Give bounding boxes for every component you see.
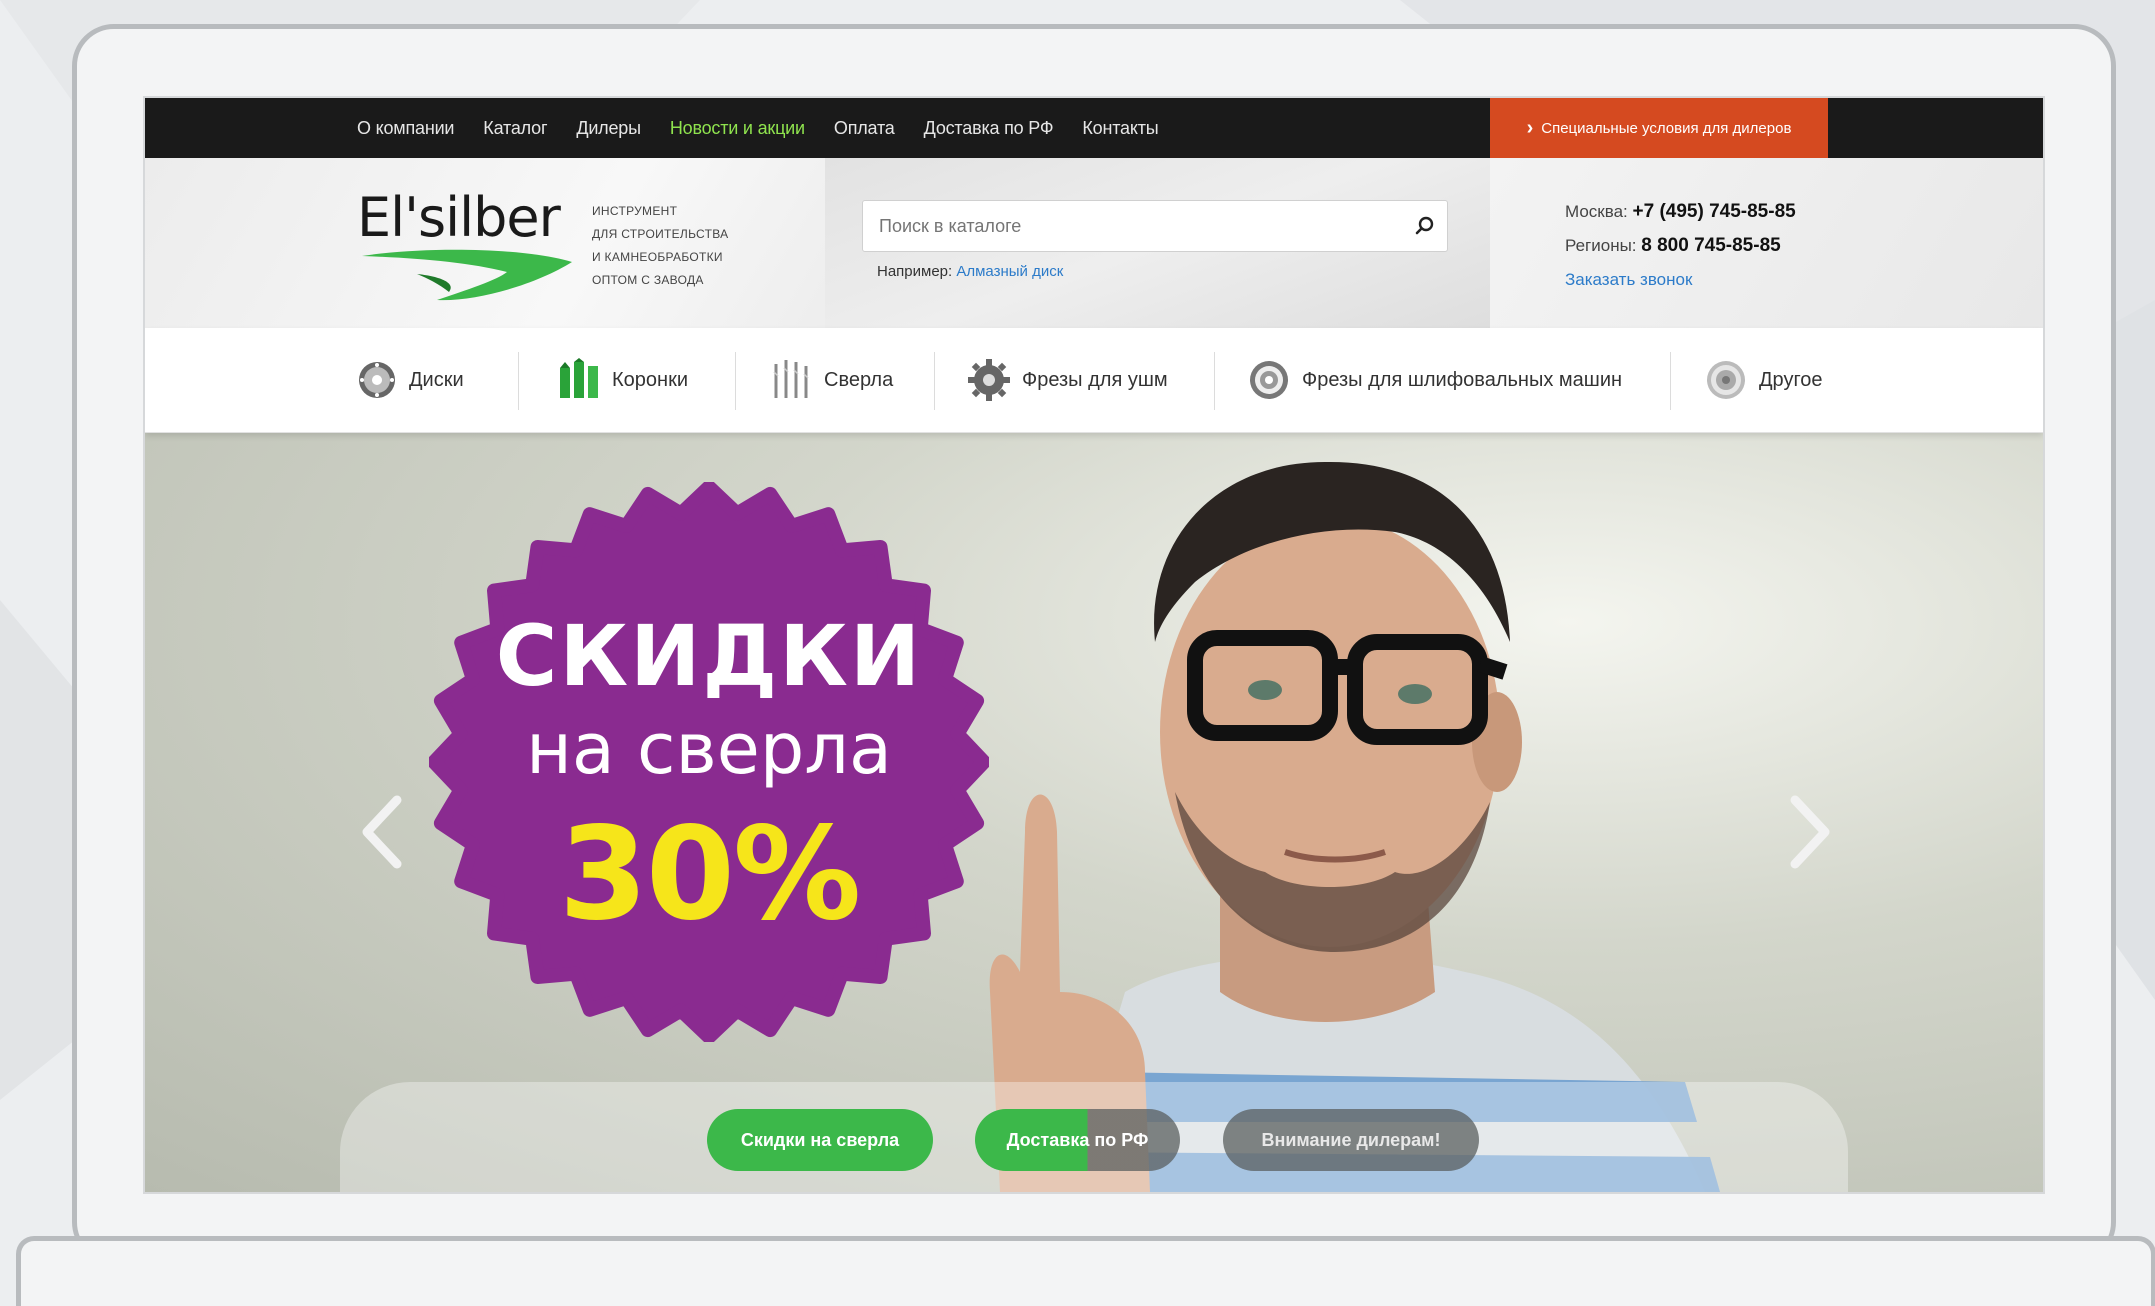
top-nav-links: О компании Каталог Дилеры Новости и акци… — [357, 98, 1159, 158]
nav-link-payment[interactable]: Оплата — [834, 118, 895, 139]
header-contacts: Москва: +7 (495) 745-85-85 Регионы: 8 80… — [1565, 201, 1796, 289]
badge-title: СКИДКИ — [495, 607, 923, 705]
category-disks[interactable]: Диски — [357, 328, 464, 432]
search-icon[interactable] — [1403, 204, 1447, 248]
disc-icon — [359, 362, 395, 398]
slide-tab-drills-discount[interactable]: Скидки на сверла — [707, 1109, 933, 1171]
dealer-conditions-button[interactable]: › Специальные условия для дилеров — [1490, 98, 1828, 158]
nav-link-news[interactable]: Новости и акции — [670, 118, 805, 139]
nav-link-contacts[interactable]: Контакты — [1082, 118, 1158, 139]
grinding-cutter-icon — [1250, 361, 1288, 399]
other-disc-icon — [1707, 361, 1745, 399]
logo-swoosh-icon — [362, 249, 572, 301]
discount-badge: СКИДКИ на сверла 30% — [427, 480, 991, 1044]
category-grinder-cutters[interactable]: Фрезы для шлифовальных машин — [1248, 328, 1622, 432]
website-screen: О компании Каталог Дилеры Новости и акци… — [145, 98, 2043, 1192]
search-example-link[interactable]: Алмазный диск — [956, 263, 1063, 280]
slider-next-arrow-icon[interactable] — [1785, 792, 1835, 872]
laptop-base — [16, 1236, 2155, 1306]
drill-bits-icon — [773, 360, 809, 398]
hero-slider: СКИДКИ на сверла 30% Скидки на сверла До… — [145, 432, 2043, 1192]
nav-link-catalog[interactable]: Каталог — [483, 118, 547, 139]
catalog-search — [862, 200, 1448, 252]
slide-tab-delivery[interactable]: Доставка по РФ — [975, 1109, 1180, 1171]
dealer-conditions-label: Специальные условия для дилеров — [1541, 119, 1792, 137]
logo-wordmark: El'silber — [357, 186, 561, 249]
regions-phone[interactable]: 8 800 745-85-85 — [1641, 235, 1780, 256]
category-crowns[interactable]: Коронки — [558, 328, 688, 432]
category-divider — [1214, 352, 1215, 410]
gear-cutter-icon — [968, 359, 1010, 401]
crown-bit-icon — [560, 358, 598, 398]
badge-subtitle: на сверла — [526, 708, 892, 790]
category-divider — [735, 352, 736, 410]
nav-link-company[interactable]: О компании — [357, 118, 454, 139]
slider-prev-arrow-icon[interactable] — [357, 792, 407, 872]
top-navigation: О компании Каталог Дилеры Новости и акци… — [145, 98, 2043, 158]
callback-link[interactable]: Заказать звонок — [1565, 270, 1692, 289]
nav-link-dealers[interactable]: Дилеры — [576, 118, 641, 139]
logo-tagline: ИНСТРУМЕНТ ДЛЯ СТРОИТЕЛЬСТВА И КАМНЕОБРА… — [592, 204, 729, 287]
category-other[interactable]: Другое — [1705, 328, 1823, 432]
category-angle-grinder-cutters[interactable]: Фрезы для ушм — [968, 328, 1168, 432]
category-divider — [934, 352, 935, 410]
search-input[interactable] — [877, 205, 1403, 247]
category-drills[interactable]: Сверла — [770, 328, 893, 432]
category-divider — [1670, 352, 1671, 410]
site-header: El'silber ИНСТРУМЕНТ ДЛЯ СТРОИТЕЛЬСТВА И… — [145, 158, 2043, 328]
slide-tab-dealers[interactable]: Внимание дилерам! — [1223, 1109, 1479, 1171]
category-divider — [518, 352, 519, 410]
chevron-right-icon: › — [1526, 116, 1534, 139]
site-logo[interactable]: El'silber — [357, 186, 577, 301]
category-bar: Диски Коронки Сверла Фрезы для ушм Фрезы… — [145, 328, 2043, 433]
nav-link-delivery[interactable]: Доставка по РФ — [924, 118, 1054, 139]
moscow-phone[interactable]: +7 (495) 745-85-85 — [1633, 201, 1796, 222]
badge-percent: 30% — [558, 800, 861, 949]
search-example: Например: Алмазный диск — [877, 263, 1064, 280]
